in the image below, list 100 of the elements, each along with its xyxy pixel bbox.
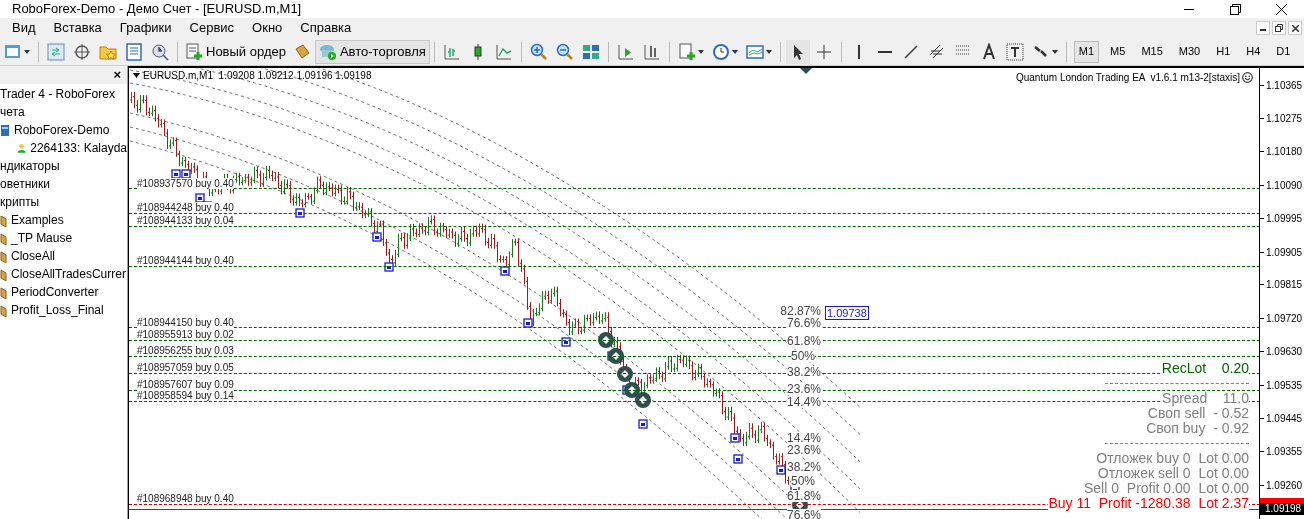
child-close-button[interactable] xyxy=(1288,21,1302,35)
chart-header: EURUSD.m,M1 1.09208 1.09212 1.09196 1.09198 xyxy=(143,70,372,81)
trade-marker-icon xyxy=(195,193,205,203)
restore-icon xyxy=(1275,24,1283,32)
menu-item[interactable]: Сервис xyxy=(183,18,241,38)
fib-level-label: 23.6% xyxy=(786,444,821,456)
price-axis-label: 1.09355 xyxy=(1266,446,1303,457)
menu-item[interactable]: Вставка xyxy=(47,18,108,38)
fib-level-label: 14.4% xyxy=(786,432,821,444)
trade-marker-icon xyxy=(561,337,571,347)
fib-level-label: 38.2% xyxy=(786,366,821,378)
crosshair-icon xyxy=(73,42,91,61)
close-icon xyxy=(1291,24,1299,32)
auto-trading-button[interactable]: Авто-торговля xyxy=(314,39,430,64)
zoom-in-icon xyxy=(529,42,548,61)
info-text: Своп sell - 0.52 xyxy=(1147,406,1249,421)
fib-level-label: 61.8% xyxy=(786,335,821,347)
close-icon xyxy=(1275,3,1287,15)
minimize-icon xyxy=(1260,29,1266,31)
timeframe-button[interactable]: H4 xyxy=(1241,40,1266,63)
caret-icon xyxy=(731,49,738,54)
price-axis-label: 1.09260 xyxy=(1266,480,1303,491)
list-icon xyxy=(125,42,143,61)
position-circle-icon xyxy=(608,348,624,364)
caret-icon xyxy=(765,49,772,54)
timeframe-button[interactable]: M30 xyxy=(1173,40,1206,63)
order-label: #108955913 buy 0.02 xyxy=(137,329,234,340)
fib-level-label: 50% xyxy=(790,350,815,362)
price-axis-label: 1.09815 xyxy=(1266,279,1303,290)
trade-marker-icon xyxy=(523,318,533,328)
clock-search-icon xyxy=(151,42,169,61)
order-label: #108944133 buy 0.04 xyxy=(137,215,234,226)
trade-marker-icon xyxy=(295,208,305,218)
tree-item[interactable]: крипты xyxy=(0,193,40,211)
current-price-label: 1.09198 xyxy=(1260,503,1304,515)
timeframe-button[interactable]: D1 xyxy=(1271,40,1296,63)
info-text: Sell 0 Profit 0.00 Lot 0.00 xyxy=(1084,481,1249,496)
crosshair-icon xyxy=(814,42,833,61)
script-icon xyxy=(0,249,7,263)
trade-marker-icon xyxy=(181,169,191,179)
tree-item[interactable]: CloseAllTradesCurrer xyxy=(11,265,126,283)
menu-item[interactable]: Вид xyxy=(6,18,42,38)
window-icon xyxy=(4,42,22,61)
horizontal-line-icon xyxy=(877,50,892,53)
new-order-button[interactable]: Новый ордер xyxy=(182,39,289,64)
robot-play-icon xyxy=(318,42,337,61)
tree-item[interactable]: PeriodConverter xyxy=(11,283,99,301)
order-label: #108937570 buy 0.40 xyxy=(137,178,234,189)
tree-item[interactable]: Profit_Loss_Final xyxy=(11,301,104,319)
dropdown-triangle-icon xyxy=(133,73,140,78)
child-minimize-button[interactable] xyxy=(1256,21,1270,35)
tree-item[interactable]: RoboForex-Demo xyxy=(14,121,110,139)
trade-marker-icon xyxy=(776,465,786,475)
arrows-icon xyxy=(47,42,65,61)
child-restore-button[interactable] xyxy=(1272,21,1286,35)
timeframe-button[interactable]: M15 xyxy=(1136,40,1168,63)
info-text: Spread 11.0 xyxy=(1162,391,1249,406)
order-label: #108957059 buy 0.05 xyxy=(137,362,234,373)
tree-item[interactable]: CloseAll xyxy=(11,247,55,265)
panel-close-button[interactable]: × xyxy=(113,68,121,82)
fib-level-label: 23.6% xyxy=(786,383,821,395)
price-axis-label: 1.10365 xyxy=(1266,80,1303,91)
order-label: #108968948 buy 0.40 xyxy=(137,493,234,504)
tree-item[interactable]: ндикаторы xyxy=(0,157,60,175)
price-axis-label: 1.10275 xyxy=(1266,113,1303,124)
price-axis-label: 1.10180 xyxy=(1266,146,1303,157)
document-plus-icon xyxy=(677,42,696,61)
price-axis-label: 1.10090 xyxy=(1266,180,1303,191)
tree-item[interactable]: 2264133: Kalayda xyxy=(30,139,127,157)
tree-item[interactable]: чета xyxy=(0,103,25,121)
menu-item[interactable]: Окно xyxy=(246,18,289,38)
trade-marker-icon xyxy=(638,419,648,429)
tree-item[interactable]: _TP Mause xyxy=(11,229,73,247)
cursor-button[interactable] xyxy=(785,39,810,64)
info-text: Отложек sell 0 Lot 0.00 xyxy=(1097,466,1249,481)
chart-shift-marker-icon xyxy=(800,68,812,74)
menu-item[interactable]: Графики xyxy=(113,18,178,38)
minimize-icon xyxy=(1184,8,1194,10)
script-icon xyxy=(0,213,7,227)
line-chart-icon xyxy=(494,42,513,61)
caret-icon xyxy=(1051,49,1058,54)
expert-name: Quantum London Trading EA v1.6.1 m13-2[staxis] xyxy=(1015,72,1240,83)
price-axis-label: 1.09995 xyxy=(1266,213,1303,224)
server-icon xyxy=(0,123,10,137)
script-icon xyxy=(0,303,7,317)
menu-item[interactable]: Справка xyxy=(294,18,358,38)
bar-chart-icon xyxy=(442,42,461,61)
trade-marker-icon xyxy=(372,232,382,242)
tree-item[interactable]: оветники xyxy=(0,175,50,193)
trade-marker-icon xyxy=(500,266,510,276)
vertical-line-icon xyxy=(857,44,860,59)
price-tag: 1.09738 xyxy=(825,306,869,320)
zoom-out-icon xyxy=(555,42,574,61)
timeframe-button[interactable]: M1 xyxy=(1073,40,1100,63)
timeframe-button[interactable]: M5 xyxy=(1105,40,1131,63)
fib-level-label: 76.6% xyxy=(786,317,821,329)
timeframe-button[interactable]: H1 xyxy=(1211,40,1236,63)
tree-item[interactable]: Examples xyxy=(11,211,64,229)
template-icon xyxy=(745,42,764,61)
tree-item[interactable]: Trader 4 - RoboForex xyxy=(0,85,115,103)
